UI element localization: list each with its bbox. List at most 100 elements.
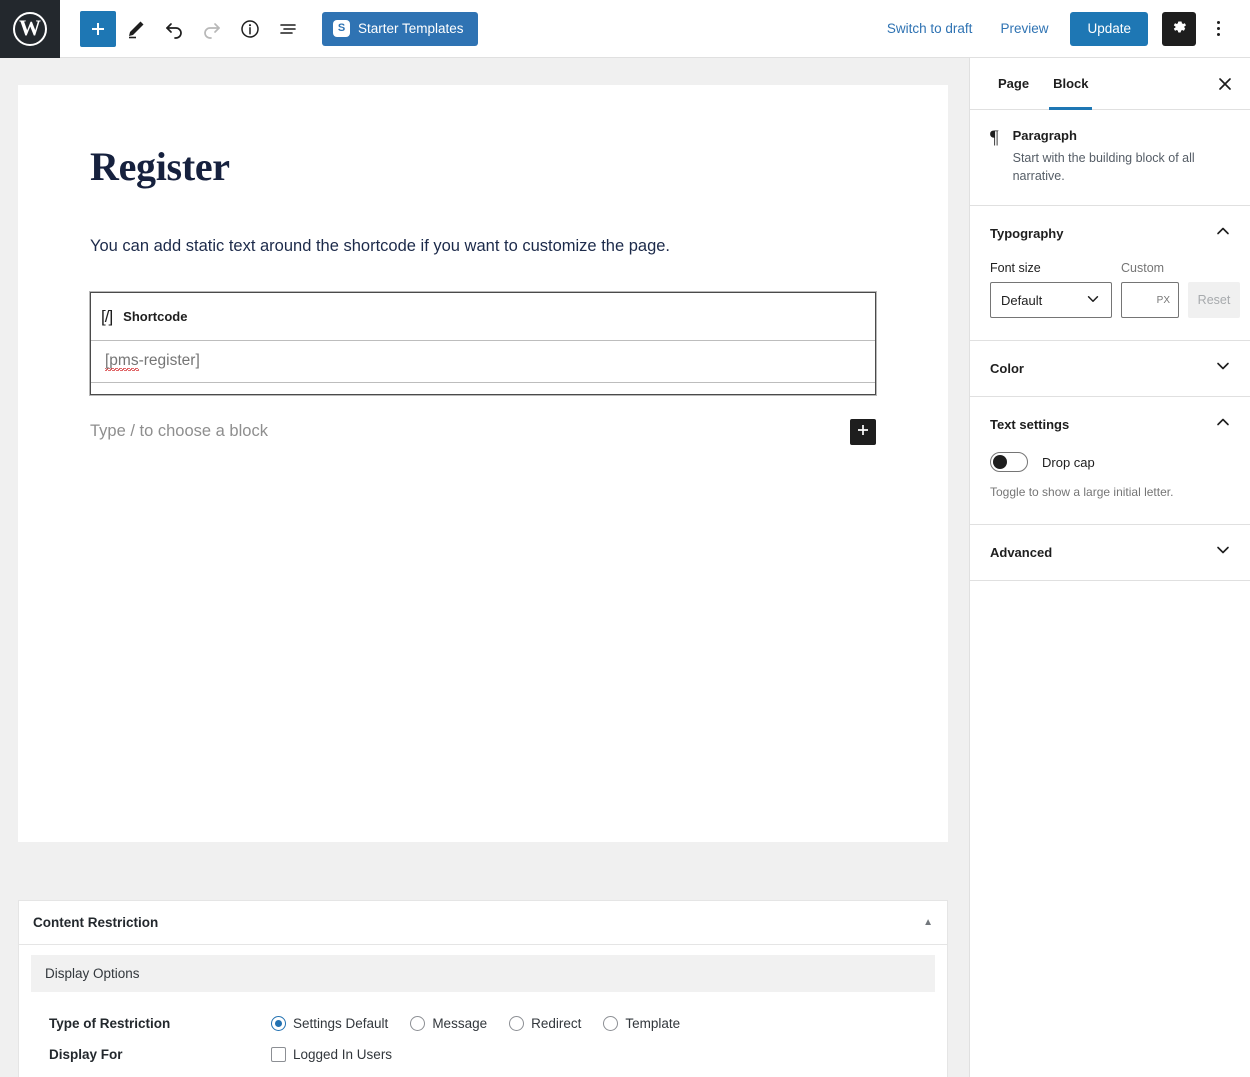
kebab-menu-icon [1216,21,1220,36]
pencil-icon [125,18,147,40]
radio-indicator [410,1016,426,1031]
panel-typography: Typography Font size Default Custom PX R… [970,206,1250,342]
chevron-down-icon[interactable] [1214,541,1232,564]
font-size-label: Font size [990,261,1041,276]
wordpress-logo-button[interactable]: W [0,0,60,58]
preview-button[interactable]: Preview [988,13,1060,44]
editor-top-bar: W S Starter Templates Switch to draft Pr… [0,0,1250,58]
metabox-title: Content Restriction [33,915,159,930]
paragraph-block[interactable]: You can add static text around the short… [90,234,876,259]
shortcode-icon: [/] [101,306,113,326]
shortcode-block[interactable]: [/] Shortcode [pms-register] [89,290,877,396]
editor-canvas[interactable]: Register You can add static text around … [18,85,948,842]
shortcode-value-rest: -register] [138,351,200,369]
panel-advanced-header[interactable]: Advanced [970,525,1250,580]
block-info-card: ¶ Paragraph Start with the building bloc… [970,110,1250,207]
panel-typography-header[interactable]: Typography [970,206,1250,261]
content-restriction-metabox: Content Restriction ▲ Display Options Ty… [18,900,948,1077]
page-title[interactable]: Register [90,143,876,190]
panel-title: Text settings [990,417,1070,433]
panel-title: Typography [990,226,1064,242]
reset-font-size-button[interactable]: Reset [1188,282,1240,319]
paragraph-pilcrow-icon: ¶ [990,127,999,148]
switch-to-draft-button[interactable]: Switch to draft [875,13,985,44]
details-button[interactable] [232,11,268,47]
shortcode-value-misspelled: [pms [105,351,139,371]
settings-button[interactable] [1162,11,1196,46]
gear-icon [1170,18,1188,39]
toolbar-right-group: Switch to draft Preview Update [875,11,1250,46]
drop-cap-help-text: Toggle to show a large initial letter. [990,485,1174,500]
toolbar-left-group: S Starter Templates [60,10,478,47]
undo-button[interactable] [156,11,192,47]
tab-page[interactable]: Page [986,58,1041,110]
add-block-button[interactable] [80,10,116,47]
font-size-select[interactable]: Default [990,282,1112,319]
toggle-knob [993,455,1007,470]
info-circle-icon [239,18,261,40]
more-options-button[interactable] [1202,12,1234,46]
drop-cap-toggle[interactable] [990,452,1028,473]
tab-block[interactable]: Block [1041,58,1100,110]
block-settings-sidebar: Page Block ¶ Paragraph Start with the bu… [969,58,1250,1077]
radio-template[interactable]: Template [603,1016,680,1031]
display-for-options: Logged In Users [271,1047,392,1062]
shortcode-value: [pms-register] [105,351,200,371]
block-description: Start with the building block of all nar… [1012,151,1195,184]
radio-message[interactable]: Message [410,1016,487,1031]
starter-templates-label: Starter Templates [358,21,464,36]
edit-tools-button[interactable] [118,11,154,47]
panel-title: Advanced [990,544,1053,560]
panel-text-settings-header[interactable]: Text settings [970,397,1250,452]
update-button[interactable]: Update [1070,11,1148,46]
shortcode-block-footer [91,383,875,394]
panel-text-settings: Text settings Drop cap Toggle to show a … [970,397,1250,525]
sidebar-tab-bar: Page Block [970,58,1250,110]
radio-indicator [603,1016,619,1031]
close-icon [1218,77,1232,94]
shortcode-block-header: [/] Shortcode [91,293,875,341]
metabox-header[interactable]: Content Restriction ▲ [19,901,947,945]
panel-advanced: Advanced [970,525,1250,581]
radio-indicator [271,1016,286,1031]
close-sidebar-button[interactable] [1210,70,1240,100]
font-size-value: Default [1001,292,1043,308]
block-placeholder-text[interactable]: Type / to choose a block [90,422,268,441]
wordpress-logo: W [13,11,47,46]
display-options-section-label: Display Options [31,955,935,992]
redo-button[interactable] [194,11,230,47]
redo-arrow-icon [201,18,223,40]
radio-redirect[interactable]: Redirect [509,1016,581,1031]
checkbox-label: Logged In Users [293,1047,393,1062]
chevron-up-icon[interactable] [1214,413,1232,436]
drop-cap-label: Drop cap [1042,454,1095,470]
shortcode-input-area[interactable]: [pms-register] [91,341,875,383]
radio-settings-default[interactable]: Settings Default [271,1016,388,1031]
checkbox-logged-in-users[interactable]: Logged In Users [271,1047,392,1062]
font-size-unit: PX [1156,294,1170,306]
editor-region: Register You can add static text around … [0,58,969,1077]
radio-label: Template [625,1016,681,1031]
plus-icon [88,19,108,39]
list-view-icon [277,18,299,40]
radio-label: Message [432,1016,488,1031]
custom-font-size-label: Custom [1121,261,1165,276]
list-view-button[interactable] [270,11,306,47]
panel-title: Color [990,361,1024,377]
chevron-up-icon[interactable] [1214,222,1232,245]
inline-add-block-button[interactable] [850,418,876,445]
type-of-restriction-row: Type of Restriction Settings Default Mes… [31,1008,935,1039]
chevron-down-icon[interactable] [1214,357,1232,380]
plus-icon [855,422,871,441]
radio-label: Settings Default [293,1016,389,1031]
starter-templates-icon: S [333,20,350,37]
block-name: Paragraph [1012,128,1077,143]
panel-typography-body: Font size Default Custom PX Reset [970,261,1250,340]
starter-templates-button[interactable]: S Starter Templates [322,11,478,46]
custom-font-size-input[interactable]: PX [1121,282,1179,319]
empty-paragraph-row[interactable]: Type / to choose a block [90,418,876,445]
triangle-up-icon[interactable]: ▲ [923,917,933,928]
type-of-restriction-options: Settings Default Message Redirect Templa… [271,1016,680,1031]
shortcode-block-label: Shortcode [123,308,188,324]
panel-color-header[interactable]: Color [970,341,1250,396]
